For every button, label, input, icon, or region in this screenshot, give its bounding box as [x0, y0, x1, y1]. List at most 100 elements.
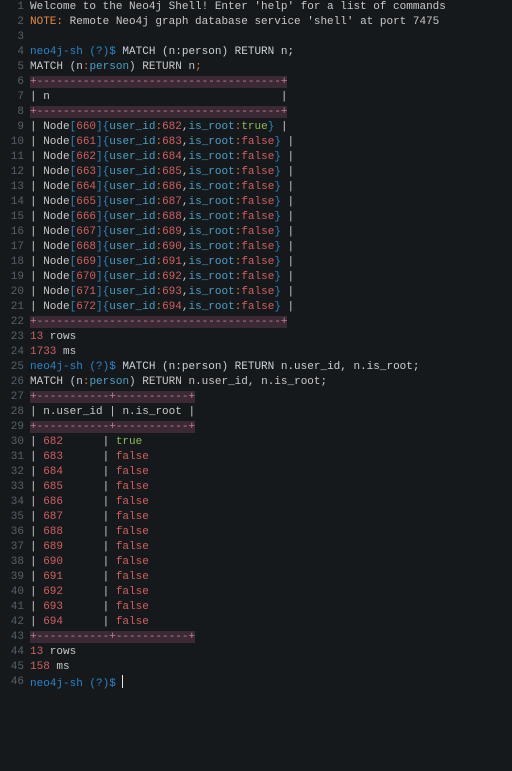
uid-val: 694: [43, 616, 63, 628]
line-number: 40: [0, 585, 24, 600]
root-val: false: [116, 601, 149, 613]
uid-val: 687: [43, 511, 63, 523]
uid-key: user_id: [109, 121, 155, 133]
line-number: 33: [0, 480, 24, 495]
node-id: 663: [76, 166, 96, 178]
uid-val: 692: [43, 586, 63, 598]
terminal-line: [30, 30, 508, 45]
terminal-line: | 694 | false: [30, 615, 508, 630]
uid-val: 686: [162, 181, 182, 193]
rows-count-2: 13: [30, 646, 43, 658]
terminal-line: NOTE: Remote Neo4j graph database servic…: [30, 15, 508, 30]
line-number: 32: [0, 465, 24, 480]
node-id: 662: [76, 151, 96, 163]
line-number: 1: [0, 0, 24, 15]
node-id: 668: [76, 241, 96, 253]
line-gutter: 1234567891011121314151617181920212223242…: [0, 0, 30, 690]
node-word: Node: [43, 196, 69, 208]
uid-val: 690: [162, 241, 182, 253]
terminal-editor[interactable]: 1234567891011121314151617181920212223242…: [0, 0, 512, 690]
terminal-line: | 688 | false: [30, 525, 508, 540]
terminal-output[interactable]: Welcome to the Neo4j Shell! Enter 'help'…: [30, 0, 512, 690]
terminal-line: | 684 | false: [30, 465, 508, 480]
line-number: 23: [0, 330, 24, 345]
node-word: Node: [43, 211, 69, 223]
root-key: is_root: [189, 301, 235, 313]
uid-key: user_id: [109, 211, 155, 223]
time-1: 1733: [30, 346, 56, 358]
line-number: 44: [0, 645, 24, 660]
root-val: false: [116, 616, 149, 628]
terminal-line: | Node[660]{user_id:682,is_root:true} |: [30, 120, 508, 135]
uid-val: 685: [43, 481, 63, 493]
line-number: 30: [0, 435, 24, 450]
line-number: 31: [0, 450, 24, 465]
terminal-line: | Node[665]{user_id:687,is_root:false} |: [30, 195, 508, 210]
uid-val: 682: [162, 121, 182, 133]
terminal-line: | n |: [30, 90, 508, 105]
uid-val: 691: [43, 571, 63, 583]
root-val: false: [116, 526, 149, 538]
terminal-line: +-----------+-----------+: [30, 420, 508, 435]
node-id: 667: [76, 226, 96, 238]
line-number: 10: [0, 135, 24, 150]
line-number: 17: [0, 240, 24, 255]
node-word: Node: [43, 226, 69, 238]
node-id: 666: [76, 211, 96, 223]
root-val: false: [241, 241, 274, 253]
root-val: false: [116, 451, 149, 463]
terminal-line: | 690 | false: [30, 555, 508, 570]
terminal-line: +-----------+-----------+: [30, 390, 508, 405]
terminal-line: 1733 ms: [30, 345, 508, 360]
line-number: 6: [0, 75, 24, 90]
line-number: 24: [0, 345, 24, 360]
line-number: 2: [0, 15, 24, 30]
terminal-line: Welcome to the Neo4j Shell! Enter 'help'…: [30, 0, 508, 15]
line-number: 21: [0, 300, 24, 315]
shell-prompt: neo4j-sh (?)$: [30, 46, 116, 58]
root-val: false: [116, 571, 149, 583]
root-key: is_root: [189, 271, 235, 283]
terminal-line: | 685 | false: [30, 480, 508, 495]
root-key: is_root: [189, 241, 235, 253]
uid-key: user_id: [109, 301, 155, 313]
root-val: false: [241, 166, 274, 178]
uid-val: 685: [162, 166, 182, 178]
uid-val: 689: [162, 226, 182, 238]
note-label: NOTE:: [30, 16, 63, 28]
node-word: Node: [43, 136, 69, 148]
node-id: 660: [76, 121, 96, 133]
root-key: is_root: [189, 211, 235, 223]
terminal-line: | 692 | false: [30, 585, 508, 600]
terminal-line: +-----------+-----------+: [30, 630, 508, 645]
root-val: false: [116, 556, 149, 568]
root-val: false: [241, 271, 274, 283]
terminal-line: | 689 | false: [30, 540, 508, 555]
line-number: 27: [0, 390, 24, 405]
cursor: [122, 675, 123, 688]
line-number: 26: [0, 375, 24, 390]
line-number: 29: [0, 420, 24, 435]
root-key: is_root: [189, 136, 235, 148]
root-val: false: [116, 541, 149, 553]
uid-key: user_id: [109, 286, 155, 298]
line-number: 3: [0, 30, 24, 45]
command-1: MATCH (n:person) RETURN n;: [116, 46, 294, 58]
node-word: Node: [43, 241, 69, 253]
root-val: false: [116, 466, 149, 478]
terminal-line: | Node[663]{user_id:685,is_root:false} |: [30, 165, 508, 180]
node-id: 672: [76, 301, 96, 313]
root-val: false: [241, 196, 274, 208]
uid-key: user_id: [109, 166, 155, 178]
root-val: false: [241, 226, 274, 238]
line-number: 16: [0, 225, 24, 240]
terminal-line: | Node[668]{user_id:690,is_root:false} |: [30, 240, 508, 255]
node-word: Node: [43, 181, 69, 193]
command-2: MATCH (n:person) RETURN n.user_id, n.is_…: [116, 361, 420, 373]
line-number: 25: [0, 360, 24, 375]
root-val: false: [241, 286, 274, 298]
uid-val: 684: [43, 466, 63, 478]
root-key: is_root: [189, 121, 235, 133]
node-word: Node: [43, 151, 69, 163]
terminal-line: | 691 | false: [30, 570, 508, 585]
